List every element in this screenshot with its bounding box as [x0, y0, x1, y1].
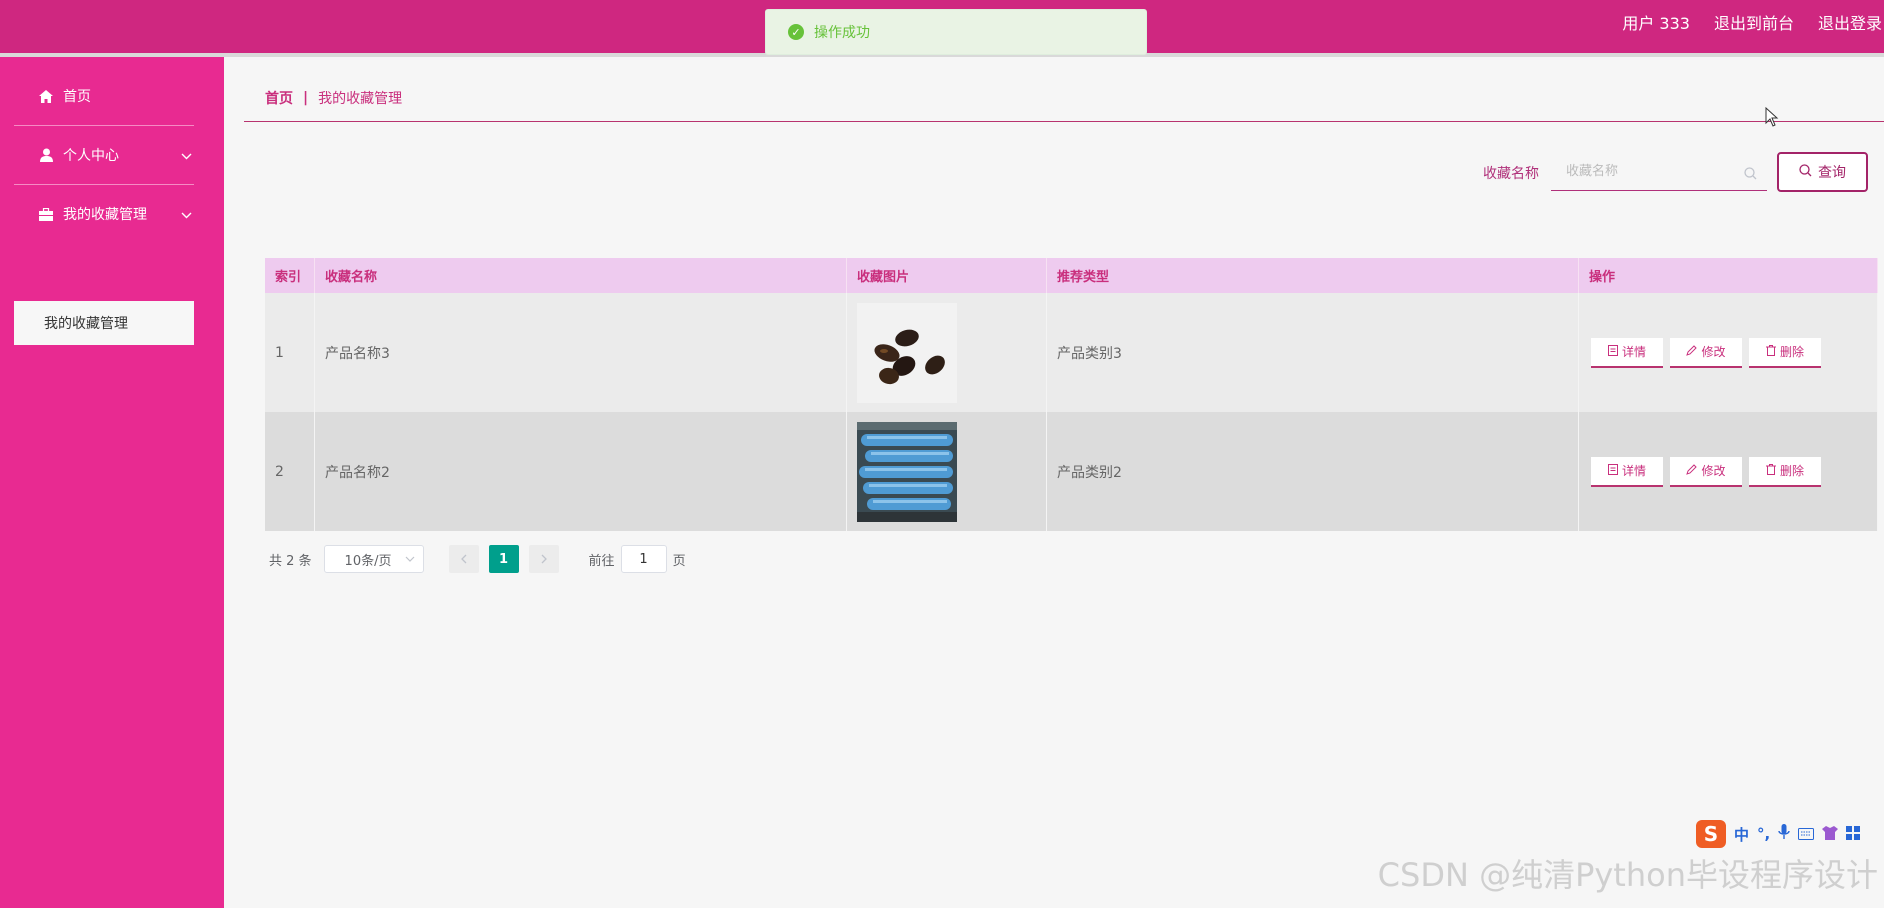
- sogou-logo-icon[interactable]: S: [1696, 820, 1726, 848]
- watermark: CSDN @纯清Python毕设程序设计: [1377, 856, 1878, 894]
- prev-page-button[interactable]: [448, 545, 479, 573]
- goto-page-input[interactable]: 1: [620, 545, 667, 573]
- chevron-left-icon: [460, 554, 467, 564]
- sidebar-item-label: 个人中心: [63, 148, 119, 164]
- user-icon: [39, 148, 53, 162]
- row-index: 1: [265, 293, 315, 412]
- search-icon: [1799, 163, 1812, 181]
- row-type: 产品类别3: [1047, 293, 1579, 412]
- page-number-current[interactable]: 1: [488, 545, 519, 573]
- column-header: 收藏名称: [315, 258, 847, 293]
- breadcrumb-divider: [244, 121, 1884, 122]
- search-button[interactable]: 查询: [1777, 152, 1868, 192]
- chevron-down-icon: [405, 553, 415, 568]
- detail-label: 详情: [1621, 345, 1646, 359]
- table-row: 2 产品名称2 产品类别2 详情 修改 删除: [265, 412, 1878, 531]
- sidebar-item-personal-center[interactable]: 个人中心: [14, 126, 194, 184]
- pagination: 共 2 条 10条/页 1 前往 1 页: [269, 545, 686, 573]
- success-toast: ✓ 操作成功: [765, 9, 1147, 55]
- search-label: 收藏名称: [1483, 166, 1539, 182]
- column-header: 操作: [1579, 258, 1878, 293]
- trash-icon: [1765, 344, 1776, 359]
- column-header: 推荐类型: [1047, 258, 1579, 293]
- column-header: 索引: [265, 258, 315, 293]
- chevron-down-icon: [181, 148, 192, 164]
- search-input[interactable]: [1551, 153, 1767, 190]
- keyboard-icon[interactable]: [1798, 825, 1815, 844]
- detail-label: 详情: [1621, 464, 1646, 478]
- delete-button[interactable]: 删除: [1749, 337, 1821, 368]
- search-button-label: 查询: [1818, 165, 1846, 181]
- pencil-icon: [1686, 463, 1698, 478]
- total-count: 共 2 条: [269, 553, 312, 569]
- row-image-cell: [847, 293, 1047, 412]
- chevron-right-icon: [541, 554, 547, 564]
- blue-rolls-photo[interactable]: [857, 421, 957, 522]
- table-header: 索引 收藏名称 收藏图片 推荐类型 操作: [265, 258, 1878, 293]
- toast-message: 操作成功: [814, 25, 870, 41]
- ime-punctuation[interactable]: °,: [1757, 825, 1770, 843]
- edit-label: 修改: [1701, 345, 1726, 359]
- microphone-icon[interactable]: [1778, 824, 1790, 844]
- table-row: 1 产品名称3 产品类别3 详情 修改 删除: [265, 293, 1878, 412]
- row-image-cell: [847, 412, 1047, 531]
- next-page-button[interactable]: [528, 545, 559, 573]
- breadcrumb-current: 我的收藏管理: [318, 91, 403, 107]
- edit-label: 修改: [1701, 464, 1726, 478]
- trash-icon: [1765, 463, 1776, 478]
- delete-label: 删除: [1779, 345, 1804, 359]
- detail-button[interactable]: 详情: [1591, 337, 1663, 368]
- delete-label: 删除: [1779, 464, 1804, 478]
- search-icon: [1744, 165, 1757, 184]
- goto-prefix: 前往: [588, 553, 615, 569]
- search-field: [1551, 153, 1767, 191]
- row-type: 产品类别2: [1047, 412, 1579, 531]
- seeds-photo[interactable]: [857, 302, 957, 403]
- document-icon: [1607, 463, 1618, 478]
- skin-icon[interactable]: [1822, 825, 1839, 844]
- mouse-cursor-icon: [1765, 107, 1779, 127]
- sidebar: 首页 个人中心 我的收藏管理 我的收藏管理: [0, 57, 224, 908]
- detail-button[interactable]: 详情: [1591, 456, 1663, 487]
- username-label: 用户 333: [1622, 14, 1690, 33]
- document-icon: [1607, 344, 1618, 359]
- edit-button[interactable]: 修改: [1670, 456, 1742, 487]
- sidebar-item-label: 我的收藏管理: [63, 207, 147, 223]
- favorites-table: 索引 收藏名称 收藏图片 推荐类型 操作 1 产品名称3 产品类别3 详情 修改…: [265, 258, 1878, 531]
- user-links: 用户 333 退出到前台 退出登录: [1622, 0, 1884, 44]
- logout-link[interactable]: 退出登录: [1818, 10, 1882, 34]
- briefcase-icon: [39, 207, 53, 221]
- row-name: 产品名称3: [315, 293, 847, 412]
- row-actions: 详情 修改 删除: [1579, 293, 1878, 412]
- sidebar-item-favorites[interactable]: 我的收藏管理: [14, 185, 194, 243]
- sidebar-item-home[interactable]: 首页: [14, 67, 194, 125]
- ime-mode[interactable]: 中: [1734, 824, 1749, 845]
- apps-grid-icon[interactable]: [1846, 825, 1861, 844]
- home-icon: [39, 89, 53, 103]
- page-size-value: 10条/页: [344, 553, 392, 569]
- breadcrumb: 首页 | 我的收藏管理: [265, 88, 402, 108]
- pencil-icon: [1686, 344, 1698, 359]
- column-header: 收藏图片: [847, 258, 1047, 293]
- sidebar-item-label: 首页: [63, 89, 91, 105]
- breadcrumb-separator: |: [303, 90, 309, 106]
- sidebar-subitem-favorites[interactable]: 我的收藏管理: [14, 301, 194, 345]
- row-index: 2: [265, 412, 315, 531]
- row-name: 产品名称2: [315, 412, 847, 531]
- edit-button[interactable]: 修改: [1670, 337, 1742, 368]
- goto-suffix: 页: [672, 553, 686, 569]
- row-actions: 详情 修改 删除: [1579, 412, 1878, 531]
- back-to-front-link[interactable]: 退出到前台: [1714, 10, 1794, 34]
- ime-toolbar: S 中 °,: [1696, 820, 1861, 848]
- chevron-down-icon: [181, 207, 192, 223]
- check-circle-icon: ✓: [788, 24, 804, 40]
- breadcrumb-home[interactable]: 首页: [265, 88, 293, 108]
- page-size-select[interactable]: 10条/页: [323, 545, 424, 573]
- delete-button[interactable]: 删除: [1749, 456, 1821, 487]
